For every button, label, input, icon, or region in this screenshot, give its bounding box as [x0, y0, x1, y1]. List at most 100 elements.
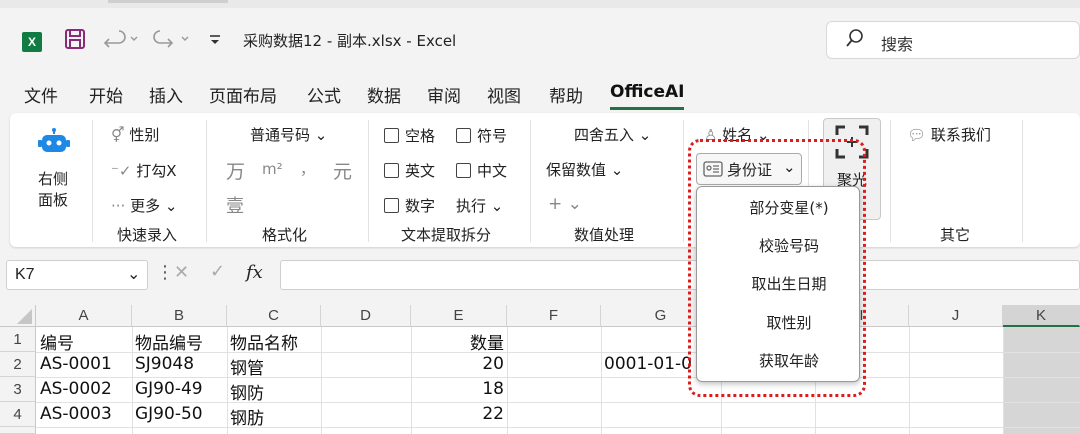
more-button[interactable]: ··· 更多 ⌄ — [111, 195, 177, 216]
cell-c2[interactable]: 钢管 — [230, 354, 264, 379]
window-title: 采购数据12 - 副本.xlsx - Excel — [243, 32, 457, 50]
chevron-down-icon: ⌄ — [634, 126, 652, 144]
keep-value-label: 保留数值 — [546, 161, 607, 179]
menu-home[interactable]: 开始 — [89, 82, 123, 107]
text-split-group-label: 文本提取拆分 — [401, 226, 492, 244]
name-box-value: K7 — [15, 266, 35, 283]
cell-a3[interactable]: AS-0002 — [40, 379, 112, 399]
column-header-b[interactable]: B — [132, 305, 227, 327]
search-box[interactable]: 搜索 — [826, 21, 1080, 59]
cell-e2[interactable]: 20 — [411, 354, 504, 374]
menu-insert[interactable]: 插入 — [149, 82, 183, 107]
execute-label: 执行 — [456, 197, 487, 215]
column-header-k[interactable]: K — [1003, 305, 1080, 327]
cell-b4[interactable]: GJ90-50 — [135, 404, 203, 424]
row-header-1[interactable]: 1 — [0, 327, 36, 352]
ribbon-separator — [1022, 120, 1023, 242]
cell-e4[interactable]: 22 — [411, 404, 504, 424]
customize-quick-access-icon[interactable] — [208, 32, 222, 51]
menu-review[interactable]: 审阅 — [427, 82, 461, 107]
selected-column-k[interactable] — [1003, 327, 1080, 434]
right-panel-button[interactable]: 右侧 面板 — [38, 168, 68, 210]
row-header-4[interactable]: 4 — [0, 402, 36, 427]
space-label: 空格 — [405, 127, 436, 145]
active-tab-underline — [610, 107, 684, 110]
chevron-down-icon[interactable]: ⌄ — [127, 264, 140, 283]
yuan-button[interactable]: 元 — [333, 157, 352, 184]
cell-a4[interactable]: AS-0003 — [40, 404, 112, 424]
cell-b3[interactable]: GJ90-49 — [135, 379, 203, 399]
cell-c1[interactable]: 物品名称 — [230, 329, 298, 354]
cancel-icon[interactable]: ✕ — [174, 262, 189, 283]
menu-view[interactable]: 视图 — [487, 82, 521, 107]
column-header-a[interactable]: A — [36, 305, 132, 327]
column-header-d[interactable]: D — [321, 305, 411, 327]
chinese-checkbox[interactable]: 中文 — [456, 160, 507, 181]
save-icon[interactable] — [64, 28, 86, 55]
cell-e1[interactable]: 数量 — [411, 329, 504, 354]
menu-help[interactable]: 帮助 — [549, 82, 583, 107]
cell-a2[interactable]: AS-0001 — [40, 354, 112, 374]
cell-b2[interactable]: SJ9048 — [135, 354, 194, 374]
comma-button[interactable]: ， — [300, 158, 315, 179]
contact-us-label: 联系我们 — [930, 126, 991, 144]
column-header-c[interactable]: C — [227, 305, 321, 327]
robot-icon — [38, 128, 70, 160]
menu-page-layout[interactable]: 页面布局 — [209, 82, 277, 107]
grid-line — [36, 402, 1080, 403]
row-header-5[interactable] — [0, 427, 36, 434]
grid-line — [507, 327, 508, 434]
window-top-strip — [0, 0, 1080, 8]
name-box[interactable]: K7 ⌄ — [6, 260, 148, 290]
more-options-icon[interactable]: ⋮ — [156, 262, 174, 283]
keep-value-select[interactable]: 保留数值 ⌄ — [546, 159, 623, 180]
format-group-label: 格式化 — [262, 226, 308, 244]
menu-formulas[interactable]: 公式 — [307, 82, 341, 107]
cell-c3[interactable]: 钢防 — [230, 379, 264, 404]
other-group-label: 其它 — [940, 226, 971, 244]
cell-a1[interactable]: 编号 — [40, 329, 74, 354]
insert-function-button[interactable]: fx — [246, 262, 263, 283]
number-type-select[interactable]: 普通号码 ⌄ — [250, 124, 327, 145]
square-meter-button[interactable]: m² — [262, 160, 283, 178]
column-header-e[interactable]: E — [411, 305, 507, 327]
redo-icon[interactable] — [152, 28, 192, 55]
row-header-2[interactable]: 2 — [0, 352, 36, 377]
undo-icon[interactable] — [101, 28, 141, 55]
enter-icon[interactable]: ✓ — [210, 261, 225, 282]
contact-us-button[interactable]: 💬︎ 联系我们 — [907, 124, 991, 145]
chevron-down-icon: ⌄ — [486, 197, 504, 215]
formula-input[interactable] — [280, 260, 1080, 290]
digit-checkbox[interactable]: 数字 — [384, 195, 435, 216]
yi-button[interactable]: 壹 — [226, 192, 244, 218]
column-header-f[interactable]: F — [507, 305, 601, 327]
cell-g2[interactable]: 0001-01-0 — [604, 354, 692, 374]
check-x-button[interactable]: ⁻✓ 打勾X — [111, 160, 177, 181]
cell-e3[interactable]: 18 — [411, 379, 504, 399]
english-checkbox[interactable]: 英文 — [384, 160, 435, 181]
chinese-label: 中文 — [477, 162, 508, 180]
ribbon-separator — [92, 120, 93, 242]
gender-button[interactable]: ⚥ 性别 — [111, 124, 159, 145]
cell-b1[interactable]: 物品编号 — [135, 329, 203, 354]
column-header-j[interactable]: J — [909, 305, 1003, 327]
space-checkbox[interactable]: 空格 — [384, 125, 435, 146]
search-icon — [845, 28, 865, 55]
rounding-select[interactable]: 四舍五入 ⌄ — [574, 124, 651, 145]
chevron-down-icon: ⌄ — [562, 194, 582, 214]
row-header-3[interactable]: 3 — [0, 377, 36, 402]
execute-button[interactable]: 执行 ⌄ — [456, 195, 503, 216]
ellipsis-icon: ··· — [111, 197, 131, 215]
plus-select[interactable]: + ⌄ — [548, 194, 582, 214]
grid-line — [909, 327, 910, 434]
plus-label: + — [548, 194, 563, 214]
menu-data[interactable]: 数据 — [367, 82, 401, 107]
symbol-checkbox[interactable]: 符号 — [456, 125, 507, 146]
menu-officeai[interactable]: OfficeAI — [610, 82, 685, 102]
menu-file[interactable]: 文件 — [24, 82, 58, 107]
wan-button[interactable]: 万 — [226, 157, 245, 184]
select-all-corner[interactable] — [0, 305, 36, 327]
ribbon-separator — [530, 120, 531, 242]
cell-c4[interactable]: 钢肪 — [230, 404, 264, 429]
right-panel-line2: 面板 — [38, 191, 69, 209]
